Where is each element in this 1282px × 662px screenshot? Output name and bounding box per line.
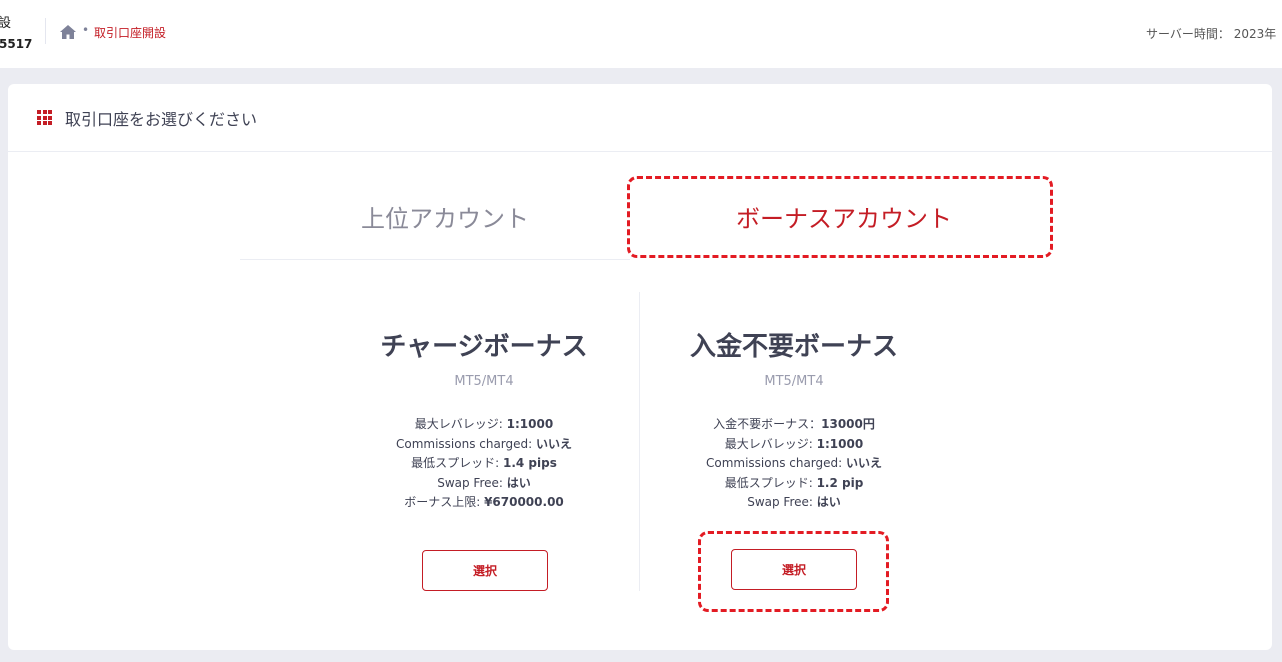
plan-platform: MT5/MT4 [454, 374, 514, 389]
plan-charge-bonus: チャージボーナス MT5/MT4 最大レバレッジ: 1:1000 Commiss… [353, 330, 615, 513]
bonus-tab-highlight [627, 176, 1053, 258]
grid-icon [37, 110, 52, 125]
spec-item: Commissions charged: いいえ [705, 456, 883, 470]
account-selection-card: 取引口座をお選びください 上位アカウント ボーナスアカウント チャージボーナス … [8, 84, 1272, 650]
plan-name: チャージボーナス [380, 332, 588, 362]
spec-list: 入金不要ボーナス：13000円 最大レバレッジ: 1:1000 Commissi… [663, 415, 925, 513]
spec-item: 最低スプレッド: 1.2 pip [724, 475, 864, 490]
tab-underline [240, 259, 630, 260]
select-charge-bonus-button[interactable]: 選択 [422, 550, 548, 591]
spec-item: 最大レバレッジ: 1:1000 [724, 436, 864, 451]
card-header: 取引口座をお選びください [8, 84, 1272, 152]
top-header: 設 5517 • 取引口座開設 サーバー時間： 2023年 [0, 0, 1282, 68]
spec-item: 最低スプレッド: 1.4 pips [411, 456, 557, 470]
select-button-highlight [698, 531, 889, 612]
header-divider [45, 18, 46, 44]
account-number: 5517 [0, 37, 33, 51]
plan-divider [639, 292, 640, 591]
spec-list: 最大レバレッジ: 1:1000 Commissions charged: いいえ… [353, 415, 615, 513]
card-title: 取引口座をお選びください [65, 110, 258, 129]
account-title: 設 [0, 16, 12, 31]
server-time: サーバー時間： 2023年 [1146, 27, 1277, 41]
spec-item: Swap Free: はい [747, 495, 841, 509]
spec-item: ボーナス上限: ¥670000.00 [404, 495, 564, 509]
spec-item: 最大レバレッジ: 1:1000 [414, 417, 554, 431]
spec-item: 入金不要ボーナス：13000円 [713, 417, 875, 431]
plan-name: 入金不要ボーナス [689, 332, 898, 362]
tab-upper-account[interactable]: 上位アカウント [361, 199, 529, 234]
breadcrumb-current[interactable]: 取引口座開設 [94, 24, 166, 41]
spec-item: Commissions charged: いいえ [395, 436, 573, 451]
home-icon[interactable] [59, 24, 77, 40]
plan-no-deposit-bonus: 入金不要ボーナス MT5/MT4 入金不要ボーナス：13000円 最大レバレッジ… [663, 330, 925, 513]
spec-item: Swap Free: はい [437, 475, 531, 490]
breadcrumb-separator: • [82, 23, 90, 37]
plan-platform: MT5/MT4 [764, 374, 824, 389]
